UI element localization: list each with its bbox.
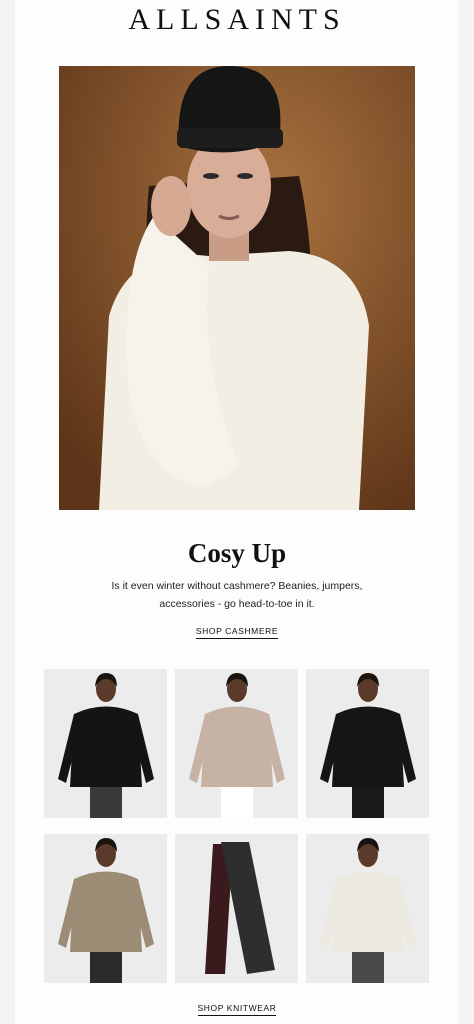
jumper [201,706,273,787]
feature-headline: Cosy Up [187,538,287,568]
hero-image[interactable] [59,66,415,510]
jumper [70,706,142,787]
shop-cashmere-cta: SHOP CASHMERE [15,621,459,639]
product-tile-1[interactable] [44,669,167,818]
product-tile-6[interactable] [306,834,429,983]
product-tile-5[interactable] [175,834,298,983]
brand-logo[interactable]: ALLSAINTS [15,2,459,38]
feature-body: Is it even winter without cashmere? Bean… [111,580,363,610]
product-tile-4[interactable] [44,834,167,983]
product-tile-2[interactable] [175,669,298,818]
product-image-1 [58,673,154,818]
shop-cashmere-link[interactable]: SHOP CASHMERE [195,626,279,639]
product-image-6 [320,838,416,983]
scarf-front [221,842,275,974]
jumper [70,871,142,952]
product-image-3 [320,673,416,818]
shop-knitwear-link[interactable]: SHOP KNITWEAR [197,1003,277,1016]
jumper [332,871,404,952]
product-image-2 [189,673,285,818]
product-image-5 [205,842,275,974]
shop-knitwear-cta: SHOP KNITWEAR [15,998,459,1016]
jumper [332,706,404,787]
email-body: ALLSAINTS Cosy Up Is it even winter with… [15,0,459,1024]
product-image-4 [58,838,154,983]
hero-illustration [59,66,415,510]
product-tile-3[interactable] [306,669,429,818]
